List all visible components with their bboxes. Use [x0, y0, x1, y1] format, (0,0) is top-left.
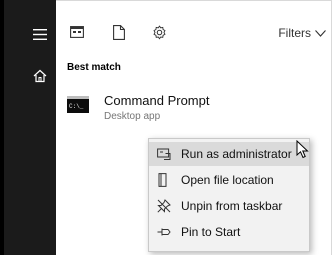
home-icon[interactable] [28, 64, 52, 88]
command-prompt-icon: C:\_ [67, 96, 89, 113]
apps-icon[interactable] [68, 22, 86, 42]
menu-item-label: Open file location [181, 173, 274, 187]
filters-dropdown[interactable]: Filters [278, 24, 326, 42]
menu-item-pin-to-start[interactable]: Pin to Start [149, 220, 309, 244]
context-menu: Run as administrator Open file location … [148, 138, 310, 252]
filters-label: Filters [278, 26, 311, 40]
menu-item-label: Run as administrator [181, 147, 292, 161]
start-menu-rail [0, 0, 56, 255]
shield-run-icon [156, 146, 172, 162]
hamburger-menu-icon[interactable] [28, 22, 52, 46]
result-subtitle: Desktop app [104, 111, 161, 122]
menu-item-run-as-administrator[interactable]: Run as administrator [149, 142, 309, 166]
chevron-down-icon [315, 26, 326, 40]
unpin-icon [156, 198, 172, 214]
command-prompt-icon-text: C:\_ [69, 103, 84, 110]
menu-item-label: Pin to Start [181, 225, 241, 239]
settings-icon[interactable] [150, 22, 168, 42]
best-match-heading: Best match [67, 62, 121, 73]
file-location-icon [156, 172, 172, 188]
panel-top-border [56, 0, 332, 1]
mouse-cursor-icon [296, 139, 310, 160]
pin-icon [156, 224, 172, 240]
rail-edge [0, 0, 4, 255]
documents-icon[interactable] [110, 22, 128, 42]
menu-item-unpin-from-taskbar[interactable]: Unpin from taskbar [149, 194, 309, 218]
result-title: Command Prompt [104, 93, 210, 108]
menu-item-label: Unpin from taskbar [181, 199, 283, 213]
best-match-result[interactable]: C:\_ Command Prompt Desktop app [60, 86, 328, 126]
menu-item-open-file-location[interactable]: Open file location [149, 168, 309, 192]
